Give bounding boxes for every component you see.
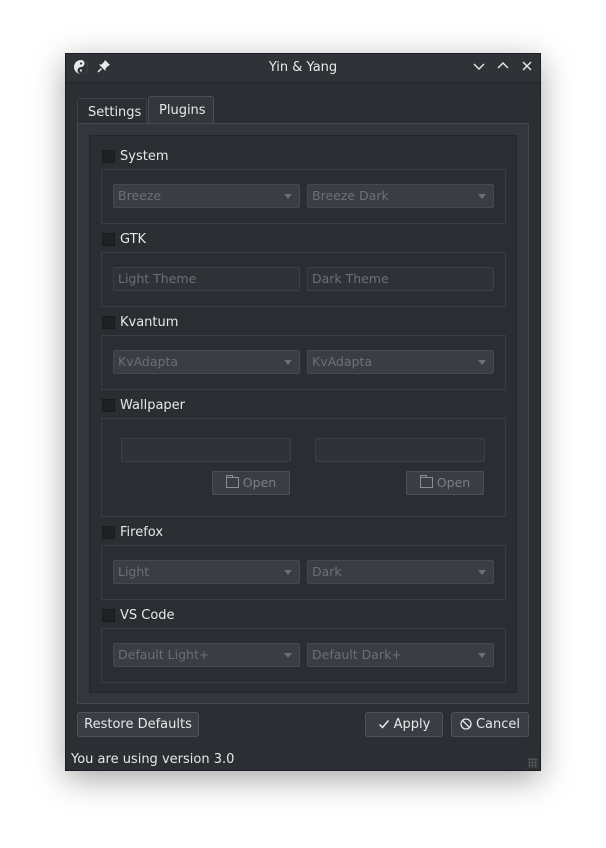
restore-defaults-button[interactable]: Restore Defaults bbox=[77, 712, 199, 737]
check-icon bbox=[378, 715, 390, 738]
system-group: Breeze Breeze Dark bbox=[101, 169, 506, 224]
firefox-checkbox[interactable] bbox=[102, 526, 115, 539]
open-label: Open bbox=[436, 475, 471, 490]
chevron-down-icon bbox=[284, 653, 292, 658]
cancel-icon bbox=[460, 715, 472, 738]
wallpaper-group: Open Open bbox=[101, 418, 506, 517]
vscode-dark-select[interactable]: Default Dark+ bbox=[307, 643, 494, 667]
vscode-checkbox[interactable] bbox=[102, 609, 115, 622]
folder-icon bbox=[225, 475, 239, 488]
kvantum-checkbox[interactable] bbox=[102, 316, 115, 329]
open-label: Open bbox=[242, 475, 277, 490]
firefox-light-select[interactable]: Light bbox=[113, 560, 300, 584]
system-checkbox[interactable] bbox=[102, 150, 115, 163]
gtk-light-theme-field[interactable]: Light Theme bbox=[113, 267, 300, 291]
chevron-down-icon[interactable] bbox=[470, 59, 488, 77]
chevron-down-icon bbox=[284, 360, 292, 365]
vscode-label: VS Code bbox=[120, 608, 175, 623]
system-label: System bbox=[120, 149, 169, 164]
chevron-down-icon bbox=[284, 570, 292, 575]
firefox-dark-value: Dark bbox=[312, 564, 342, 579]
tab-plugins[interactable]: Plugins bbox=[148, 96, 214, 123]
chevron-down-icon bbox=[478, 360, 486, 365]
close-icon[interactable] bbox=[518, 59, 536, 77]
wallpaper-light-open-button[interactable]: Open bbox=[212, 471, 290, 495]
firefox-light-value: Light bbox=[118, 564, 150, 579]
vscode-dark-value: Default Dark+ bbox=[312, 647, 402, 662]
vscode-group: Default Light+ Default Dark+ bbox=[101, 628, 506, 683]
chevron-down-icon bbox=[478, 570, 486, 575]
wallpaper-checkbox[interactable] bbox=[102, 399, 115, 412]
kvantum-group: KvAdapta KvAdapta bbox=[101, 335, 506, 390]
kvantum-light-select[interactable]: KvAdapta bbox=[113, 350, 300, 374]
wallpaper-light-path-field[interactable] bbox=[121, 438, 291, 462]
wallpaper-label: Wallpaper bbox=[120, 398, 186, 413]
main-window: Yin & Yang Settings Plugins System Breez… bbox=[65, 53, 541, 771]
apply-button[interactable]: Apply bbox=[365, 712, 443, 737]
kvantum-light-value: KvAdapta bbox=[118, 354, 179, 369]
apply-label: Apply bbox=[393, 717, 431, 732]
gtk-label: GTK bbox=[120, 232, 147, 247]
titlebar: Yin & Yang bbox=[66, 54, 540, 83]
gtk-group: Light Theme Dark Theme bbox=[101, 252, 506, 307]
kvantum-label: Kvantum bbox=[120, 315, 179, 330]
window-title: Yin & Yang bbox=[268, 60, 338, 75]
firefox-label: Firefox bbox=[120, 525, 164, 540]
plugins-list: System Breeze Breeze Dark GTK Light Them… bbox=[89, 135, 517, 693]
chevron-down-icon bbox=[284, 194, 292, 199]
kvantum-dark-value: KvAdapta bbox=[312, 354, 373, 369]
wallpaper-dark-path-field[interactable] bbox=[315, 438, 485, 462]
wallpaper-dark-open-button[interactable]: Open bbox=[406, 471, 484, 495]
chevron-up-icon[interactable] bbox=[494, 59, 512, 77]
tab-settings[interactable]: Settings bbox=[77, 98, 147, 124]
vscode-light-select[interactable]: Default Light+ bbox=[113, 643, 300, 667]
gtk-dark-theme-field[interactable]: Dark Theme bbox=[307, 267, 494, 291]
system-light-value: Breeze bbox=[118, 188, 162, 203]
gtk-checkbox[interactable] bbox=[102, 233, 115, 246]
system-dark-value: Breeze Dark bbox=[312, 188, 389, 203]
chevron-down-icon bbox=[478, 653, 486, 658]
resize-grip[interactable] bbox=[528, 758, 538, 768]
chevron-down-icon bbox=[478, 194, 486, 199]
folder-icon bbox=[419, 475, 433, 488]
cancel-button[interactable]: Cancel bbox=[451, 712, 529, 737]
firefox-group: Light Dark bbox=[101, 545, 506, 600]
system-light-select[interactable]: Breeze bbox=[113, 184, 300, 208]
kvantum-dark-select[interactable]: KvAdapta bbox=[307, 350, 494, 374]
firefox-dark-select[interactable]: Dark bbox=[307, 560, 494, 584]
cancel-label: Cancel bbox=[475, 717, 521, 732]
vscode-light-value: Default Light+ bbox=[118, 647, 210, 662]
plugins-panel: System Breeze Breeze Dark GTK Light Them… bbox=[77, 123, 529, 704]
system-dark-select[interactable]: Breeze Dark bbox=[307, 184, 494, 208]
version-status: You are using version 3.0 bbox=[71, 752, 235, 767]
